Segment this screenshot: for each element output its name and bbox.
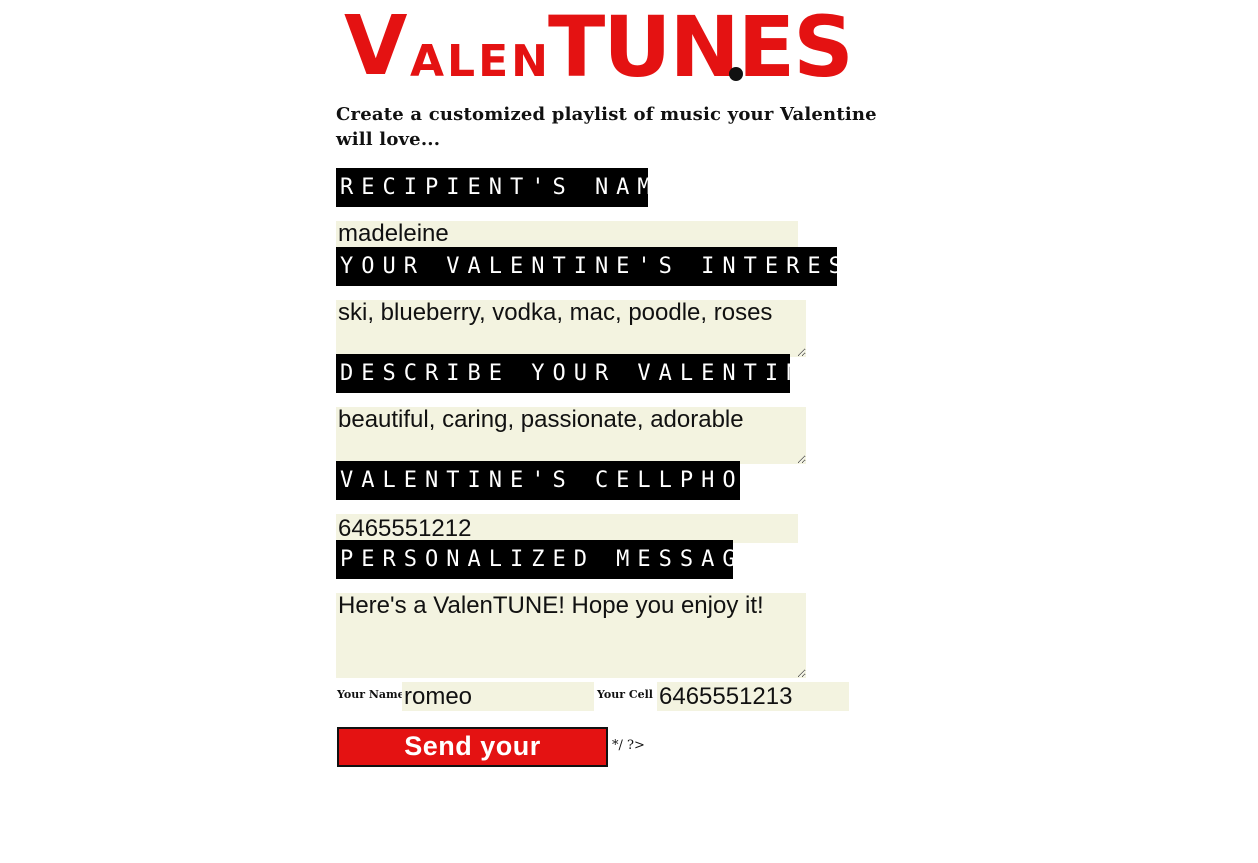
describe-label: Describe Your Valentine:	[336, 354, 842, 393]
interests-label: Your Valentine's Interests:	[336, 247, 906, 286]
cellphone-label: Valentine's Cellphone:	[336, 461, 799, 500]
your-name-label: Your Name	[337, 688, 405, 701]
your-name-input[interactable]	[402, 682, 594, 711]
logo-letter-v: V	[344, 2, 408, 90]
your-cell-input[interactable]	[657, 682, 849, 711]
trailing-code-text: */ ?>	[612, 738, 645, 753]
recipient-name-input[interactable]	[336, 221, 798, 247]
recipient-name-label: Recipient's Name:	[336, 168, 693, 207]
logo-text-tunes: TUNES	[548, 2, 852, 90]
message-label: Personalized Message:	[336, 540, 778, 579]
send-valentune-button[interactable]: Send your ValenTUNE	[337, 727, 608, 795]
interests-textarea[interactable]: ski, blueberry, vodka, mac, poodle, rose…	[336, 300, 806, 357]
cellphone-input[interactable]	[336, 514, 798, 543]
logo-text-alen: ALEN	[410, 36, 551, 87]
valentunes-logo: V ALEN TUNES	[344, 2, 854, 90]
intro-text: Create a customized playlist of music yo…	[336, 104, 877, 150]
your-cell-label: Your Cell	[597, 688, 653, 701]
describe-textarea[interactable]: beautiful, caring, passionate, adorable	[336, 407, 806, 464]
message-textarea[interactable]: Here's a ValenTUNE! Hope you enjoy it!	[336, 593, 806, 678]
logo-dot-icon	[729, 67, 743, 81]
